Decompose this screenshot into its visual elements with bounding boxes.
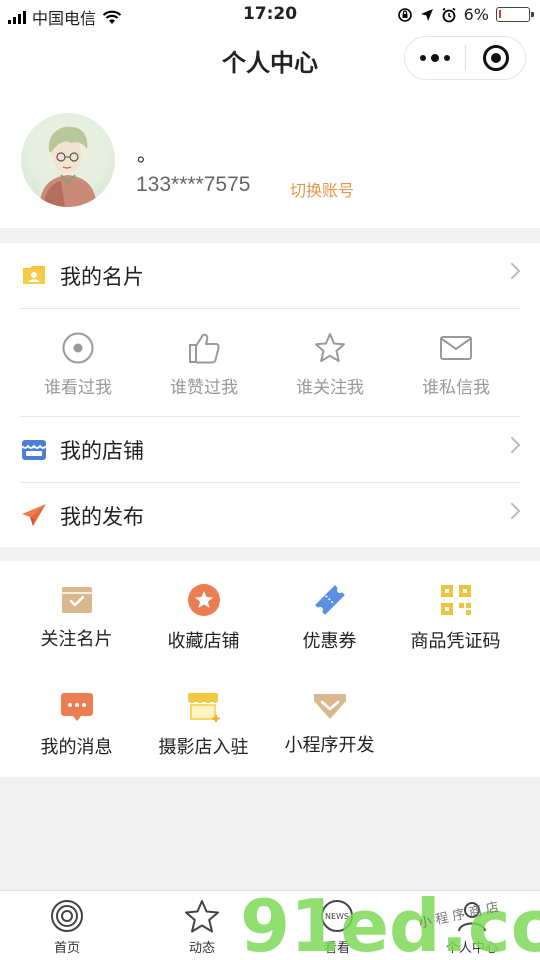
grid-item-saved-shops[interactable]: 收藏店铺 xyxy=(136,583,271,653)
tab-feed[interactable]: 动态 xyxy=(152,899,252,956)
target-icon xyxy=(51,900,83,932)
stat-liked-me[interactable]: 谁赞过我 xyxy=(144,331,264,398)
nickname: 。 xyxy=(137,142,157,166)
card-holder-icon xyxy=(61,587,92,613)
diamond-icon xyxy=(313,694,346,719)
stat-label: 谁赞过我 xyxy=(170,378,238,398)
exit-circle-icon xyxy=(482,45,509,71)
menu-row-my-shop[interactable]: 我的店铺 xyxy=(0,417,540,481)
tab-label: 首页 xyxy=(53,941,80,956)
tab-home[interactable]: 首页 xyxy=(17,899,117,956)
battery-percent: 6% xyxy=(463,5,489,24)
chevron-right-icon xyxy=(503,502,521,520)
more-button[interactable] xyxy=(405,37,465,79)
grid-item-mini-program-dev[interactable]: 小程序开发 xyxy=(262,691,397,757)
grid-label: 收藏店铺 xyxy=(167,631,240,652)
envelope-icon xyxy=(440,336,472,360)
function-grid: 关注名片 收藏店铺 优惠券 商品凭证码 我的消息 摄影店入驻 小程序开发 xyxy=(0,561,540,777)
news-icon: NEWS xyxy=(321,900,353,932)
chevron-right-icon xyxy=(503,262,521,280)
stat-messaged-me[interactable]: 谁私信我 xyxy=(396,331,516,398)
qr-code-icon xyxy=(440,585,471,615)
grid-item-coupons[interactable]: 优惠券 xyxy=(262,583,397,653)
grid-item-voucher-code[interactable]: 商品凭证码 xyxy=(388,583,523,653)
eye-icon xyxy=(62,332,94,364)
battery-icon xyxy=(496,7,534,22)
chat-bubble-icon xyxy=(60,693,93,721)
tab-label: 动态 xyxy=(188,941,215,956)
svg-text:NEWS: NEWS xyxy=(325,912,349,921)
avatar[interactable] xyxy=(21,113,115,207)
star-icon xyxy=(315,333,345,362)
grid-item-my-messages[interactable]: 我的消息 xyxy=(9,691,144,759)
status-bar: 中国电信 17:20 6% xyxy=(0,0,540,30)
grid-label: 我的消息 xyxy=(40,737,113,758)
grid-label: 关注名片 xyxy=(40,629,113,650)
tab-label: 看看 xyxy=(323,941,350,956)
grid-item-studio-join[interactable]: 摄影店入驻 xyxy=(136,691,271,759)
location-arrow-icon xyxy=(420,8,433,21)
star-badge-icon xyxy=(187,584,220,616)
storefront-icon xyxy=(187,693,219,722)
tab-news[interactable]: NEWS 看看 xyxy=(287,899,387,956)
menu-row-my-posts[interactable]: 我的发布 xyxy=(0,483,540,547)
phone-number: 133****7575 xyxy=(136,173,251,196)
tab-bar: 首页 动态 NEWS 看看 个人中心 xyxy=(0,890,540,960)
switch-account-link[interactable]: 切换账号 xyxy=(290,177,354,201)
stat-viewed-me[interactable]: 谁看过我 xyxy=(18,331,138,398)
more-dots-icon xyxy=(420,55,426,61)
grid-label: 小程序开发 xyxy=(284,735,375,756)
tab-profile[interactable]: 个人中心 xyxy=(422,899,522,956)
close-mini-program-button[interactable] xyxy=(466,45,525,71)
shop-icon xyxy=(21,440,47,460)
my-card-label: 我的名片 xyxy=(60,265,144,289)
grid-item-followed-cards[interactable]: 关注名片 xyxy=(9,585,144,651)
shop-panel: 我的店铺 我的发布 xyxy=(0,416,540,547)
alarm-icon xyxy=(442,7,456,22)
my-shop-label: 我的店铺 xyxy=(60,439,144,463)
grid-label: 商品凭证码 xyxy=(410,631,501,652)
coupon-icon xyxy=(314,585,345,615)
menu-row-my-card[interactable]: 我的名片 xyxy=(0,243,540,307)
card-panel: 我的名片 谁看过我 谁赞过我 谁关注我 谁私信我 xyxy=(0,243,540,416)
grid-label: 摄影店入驻 xyxy=(158,737,249,758)
divider xyxy=(20,308,520,309)
grid-label: 优惠券 xyxy=(302,631,357,652)
status-right: 6% xyxy=(397,5,534,24)
name-card-icon xyxy=(23,266,45,284)
navigation-bar: 个人中心 xyxy=(0,30,540,88)
thumb-up-icon xyxy=(189,333,220,364)
stat-label: 谁私信我 xyxy=(422,378,490,398)
rotation-lock-icon xyxy=(397,7,412,22)
paper-plane-icon xyxy=(22,504,46,526)
stat-label: 谁看过我 xyxy=(44,378,112,398)
chevron-right-icon xyxy=(503,436,521,454)
tab-label: 个人中心 xyxy=(445,941,498,956)
avatar-illustration xyxy=(39,126,97,207)
profile-header: 。 133****7575 切换账号 xyxy=(0,88,540,228)
person-icon xyxy=(458,902,486,932)
battery-level-fill xyxy=(499,10,501,18)
mini-program-capsule xyxy=(404,36,526,80)
stat-followed-me[interactable]: 谁关注我 xyxy=(270,331,390,398)
my-posts-label: 我的发布 xyxy=(60,505,144,529)
stat-label: 谁关注我 xyxy=(296,378,364,398)
star-outline-icon xyxy=(185,900,219,933)
